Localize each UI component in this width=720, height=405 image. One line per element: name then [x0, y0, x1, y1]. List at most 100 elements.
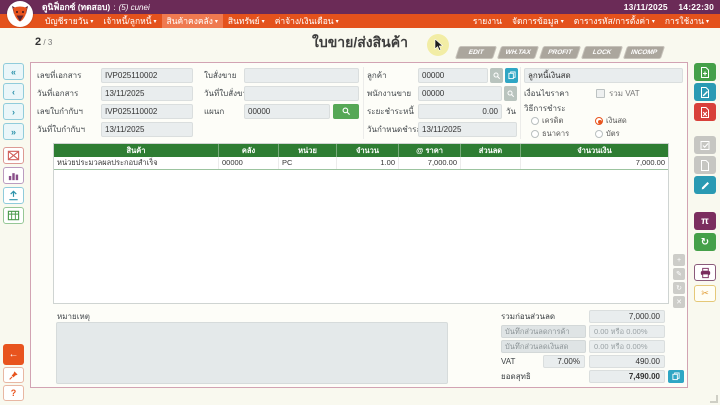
delete-row-button[interactable]: ✕: [673, 296, 685, 308]
new-document-button[interactable]: [694, 63, 716, 81]
resize-handle[interactable]: [710, 395, 718, 403]
department-search-button[interactable]: [333, 104, 359, 119]
payment-option-credit[interactable]: เครดิต: [531, 116, 563, 126]
delete-icon: ✕: [676, 299, 682, 306]
lock-button[interactable]: LOCK: [580, 46, 624, 59]
chevron-right-icon: ›: [12, 106, 15, 117]
tax-no-field[interactable]: IVP025110002: [101, 104, 193, 119]
plus-icon: +: [676, 256, 682, 264]
next-record-button[interactable]: ›: [3, 103, 24, 120]
menu-payroll[interactable]: ค่าจ้าง/เงินเดือน ▾: [270, 14, 344, 28]
cash-discount-field[interactable]: 0.00 หรือ 0.00%: [589, 340, 665, 353]
search-icon: [492, 71, 500, 79]
trade-discount-field[interactable]: 0.00 หรือ 0.00%: [589, 325, 665, 338]
last-record-button[interactable]: »: [3, 123, 24, 140]
net-total-label: ยอดสุทธิ: [501, 372, 531, 381]
tax-date-field[interactable]: 13/11/2025: [101, 122, 193, 137]
export-button[interactable]: [3, 187, 24, 204]
print-button[interactable]: [694, 264, 716, 281]
pin-button[interactable]: [3, 367, 24, 383]
department-label: แผนก: [204, 107, 225, 116]
customer-sync-button[interactable]: [505, 68, 518, 83]
customer-label: ลูกค้า: [367, 71, 387, 80]
department-field[interactable]: 00000: [244, 104, 330, 119]
menu-usage[interactable]: การใช้งาน ▾: [660, 14, 714, 28]
vat-included-checkbox[interactable]: [596, 89, 605, 98]
sale-order-date-field[interactable]: [244, 86, 359, 101]
col-amount: จำนวนเงิน: [577, 146, 612, 155]
sale-order-field[interactable]: [244, 68, 359, 83]
profit-button[interactable]: PROFIT: [538, 46, 582, 59]
menu-reports[interactable]: รายงาน: [468, 14, 507, 28]
col-discount: ส่วนลด: [461, 144, 521, 157]
payment-option-cash[interactable]: เงินสด: [595, 116, 627, 126]
doc-date-field[interactable]: 13/11/2025: [101, 86, 193, 101]
spreadsheet-button[interactable]: [3, 207, 24, 224]
menubar: บัญชีรายวัน ▾ เจ้าหนี้/ลูกหนี้ ▾ สินค้าคงค…: [0, 14, 720, 28]
credit-term-field[interactable]: 0.00: [418, 104, 502, 119]
back-button[interactable]: ←: [3, 344, 24, 365]
edit-button[interactable]: EDIT: [454, 46, 498, 59]
table-row[interactable]: หน่วยประมวลผลประกอบสำเร็จ 00000 PC 1.00 …: [54, 157, 668, 170]
pi-icon: π: [701, 215, 709, 227]
recalculate-button[interactable]: ↻: [694, 233, 716, 251]
menu-data-management[interactable]: จัดการข้อมูล ▾: [507, 14, 569, 28]
doc-no-label: เลขที่เอกสาร: [37, 71, 82, 80]
document-card: เลขที่เอกสาร IVP025110002 วันที่เอกสาร 1…: [30, 62, 688, 388]
void-report-button[interactable]: [3, 147, 24, 164]
col-product: สินค้า: [54, 144, 219, 157]
copy-row-button[interactable]: ↻: [673, 282, 685, 294]
payment-option-card[interactable]: บัตร: [595, 129, 620, 139]
copy-document-button-disabled: [694, 156, 716, 174]
edit-row-button[interactable]: ✎: [673, 268, 685, 280]
menu-daily-accounting[interactable]: บัญชีรายวัน ▾: [40, 14, 98, 28]
salesman-search-button[interactable]: [504, 86, 517, 101]
salesman-field[interactable]: 00000: [418, 86, 502, 101]
menu-codes-settings[interactable]: ตารางรหัส/การตั้งค่า ▾: [569, 14, 660, 28]
menu-inventory[interactable]: สินค้าคงคลัง ▾: [161, 14, 223, 28]
cash-discount-button[interactable]: บันทึกส่วนลดเงินสด: [501, 340, 586, 353]
doc-date-label: วันที่เอกสาร: [37, 89, 79, 98]
first-record-button[interactable]: «: [3, 63, 24, 80]
check-box-icon: [700, 140, 710, 150]
incomp-button[interactable]: INCOMP: [622, 46, 666, 59]
payment-option-bank[interactable]: ธนาคาร: [531, 129, 569, 139]
document-delete-icon: [701, 106, 709, 118]
cut-button[interactable]: ✂: [694, 285, 716, 302]
tax-date-label: วันที่ใบกำกับฯ: [37, 125, 85, 134]
remark-textarea[interactable]: [56, 322, 448, 384]
copy-icon: [672, 372, 680, 381]
radio-selected-icon: [595, 117, 603, 125]
due-date-field[interactable]: 13/11/2025: [418, 122, 517, 137]
vat-rate-field[interactable]: 7.00%: [543, 355, 585, 368]
pencil-icon: ✎: [676, 271, 682, 278]
cursor-arrow-icon: [434, 39, 444, 51]
caret-down-icon: ▾: [335, 19, 339, 25]
customer-search-button[interactable]: [490, 68, 503, 83]
chevron-left-icon: ‹: [12, 86, 15, 97]
items-table-header: สินค้า คลัง หน่วย จำนวน @ ราคา ส่วนลด จำ…: [54, 144, 668, 157]
menu-payables-receivables[interactable]: เจ้าหนี้/ลูกหนี้ ▾: [98, 14, 161, 28]
printer-icon: [700, 267, 710, 278]
credit-term-unit: วัน: [506, 107, 516, 116]
radio-icon: [531, 130, 539, 138]
customer-field[interactable]: 00000: [418, 68, 488, 83]
delete-document-button[interactable]: [694, 103, 716, 121]
pencil-icon: [701, 181, 709, 189]
totals-button[interactable]: π: [694, 212, 716, 230]
help-button[interactable]: ?: [3, 385, 24, 401]
chart-button[interactable]: [3, 167, 24, 184]
edit-document-button[interactable]: [694, 83, 716, 101]
question-icon: ?: [10, 388, 17, 398]
scissors-icon: ✂: [701, 288, 709, 298]
trade-discount-button[interactable]: บันทึกส่วนลดการค้า: [501, 325, 586, 338]
doc-no-field[interactable]: IVP025110002: [101, 68, 193, 83]
whtax-button[interactable]: WH.TAX: [496, 46, 540, 59]
menu-assets[interactable]: สินทรัพย์ ▾: [223, 14, 270, 28]
attach-button[interactable]: [694, 176, 716, 194]
session-label: (5) cunei: [118, 2, 150, 12]
add-row-button[interactable]: +: [673, 254, 685, 266]
net-recalc-button[interactable]: [668, 370, 684, 383]
fox-icon: [12, 6, 28, 22]
prev-record-button[interactable]: ‹: [3, 83, 24, 100]
